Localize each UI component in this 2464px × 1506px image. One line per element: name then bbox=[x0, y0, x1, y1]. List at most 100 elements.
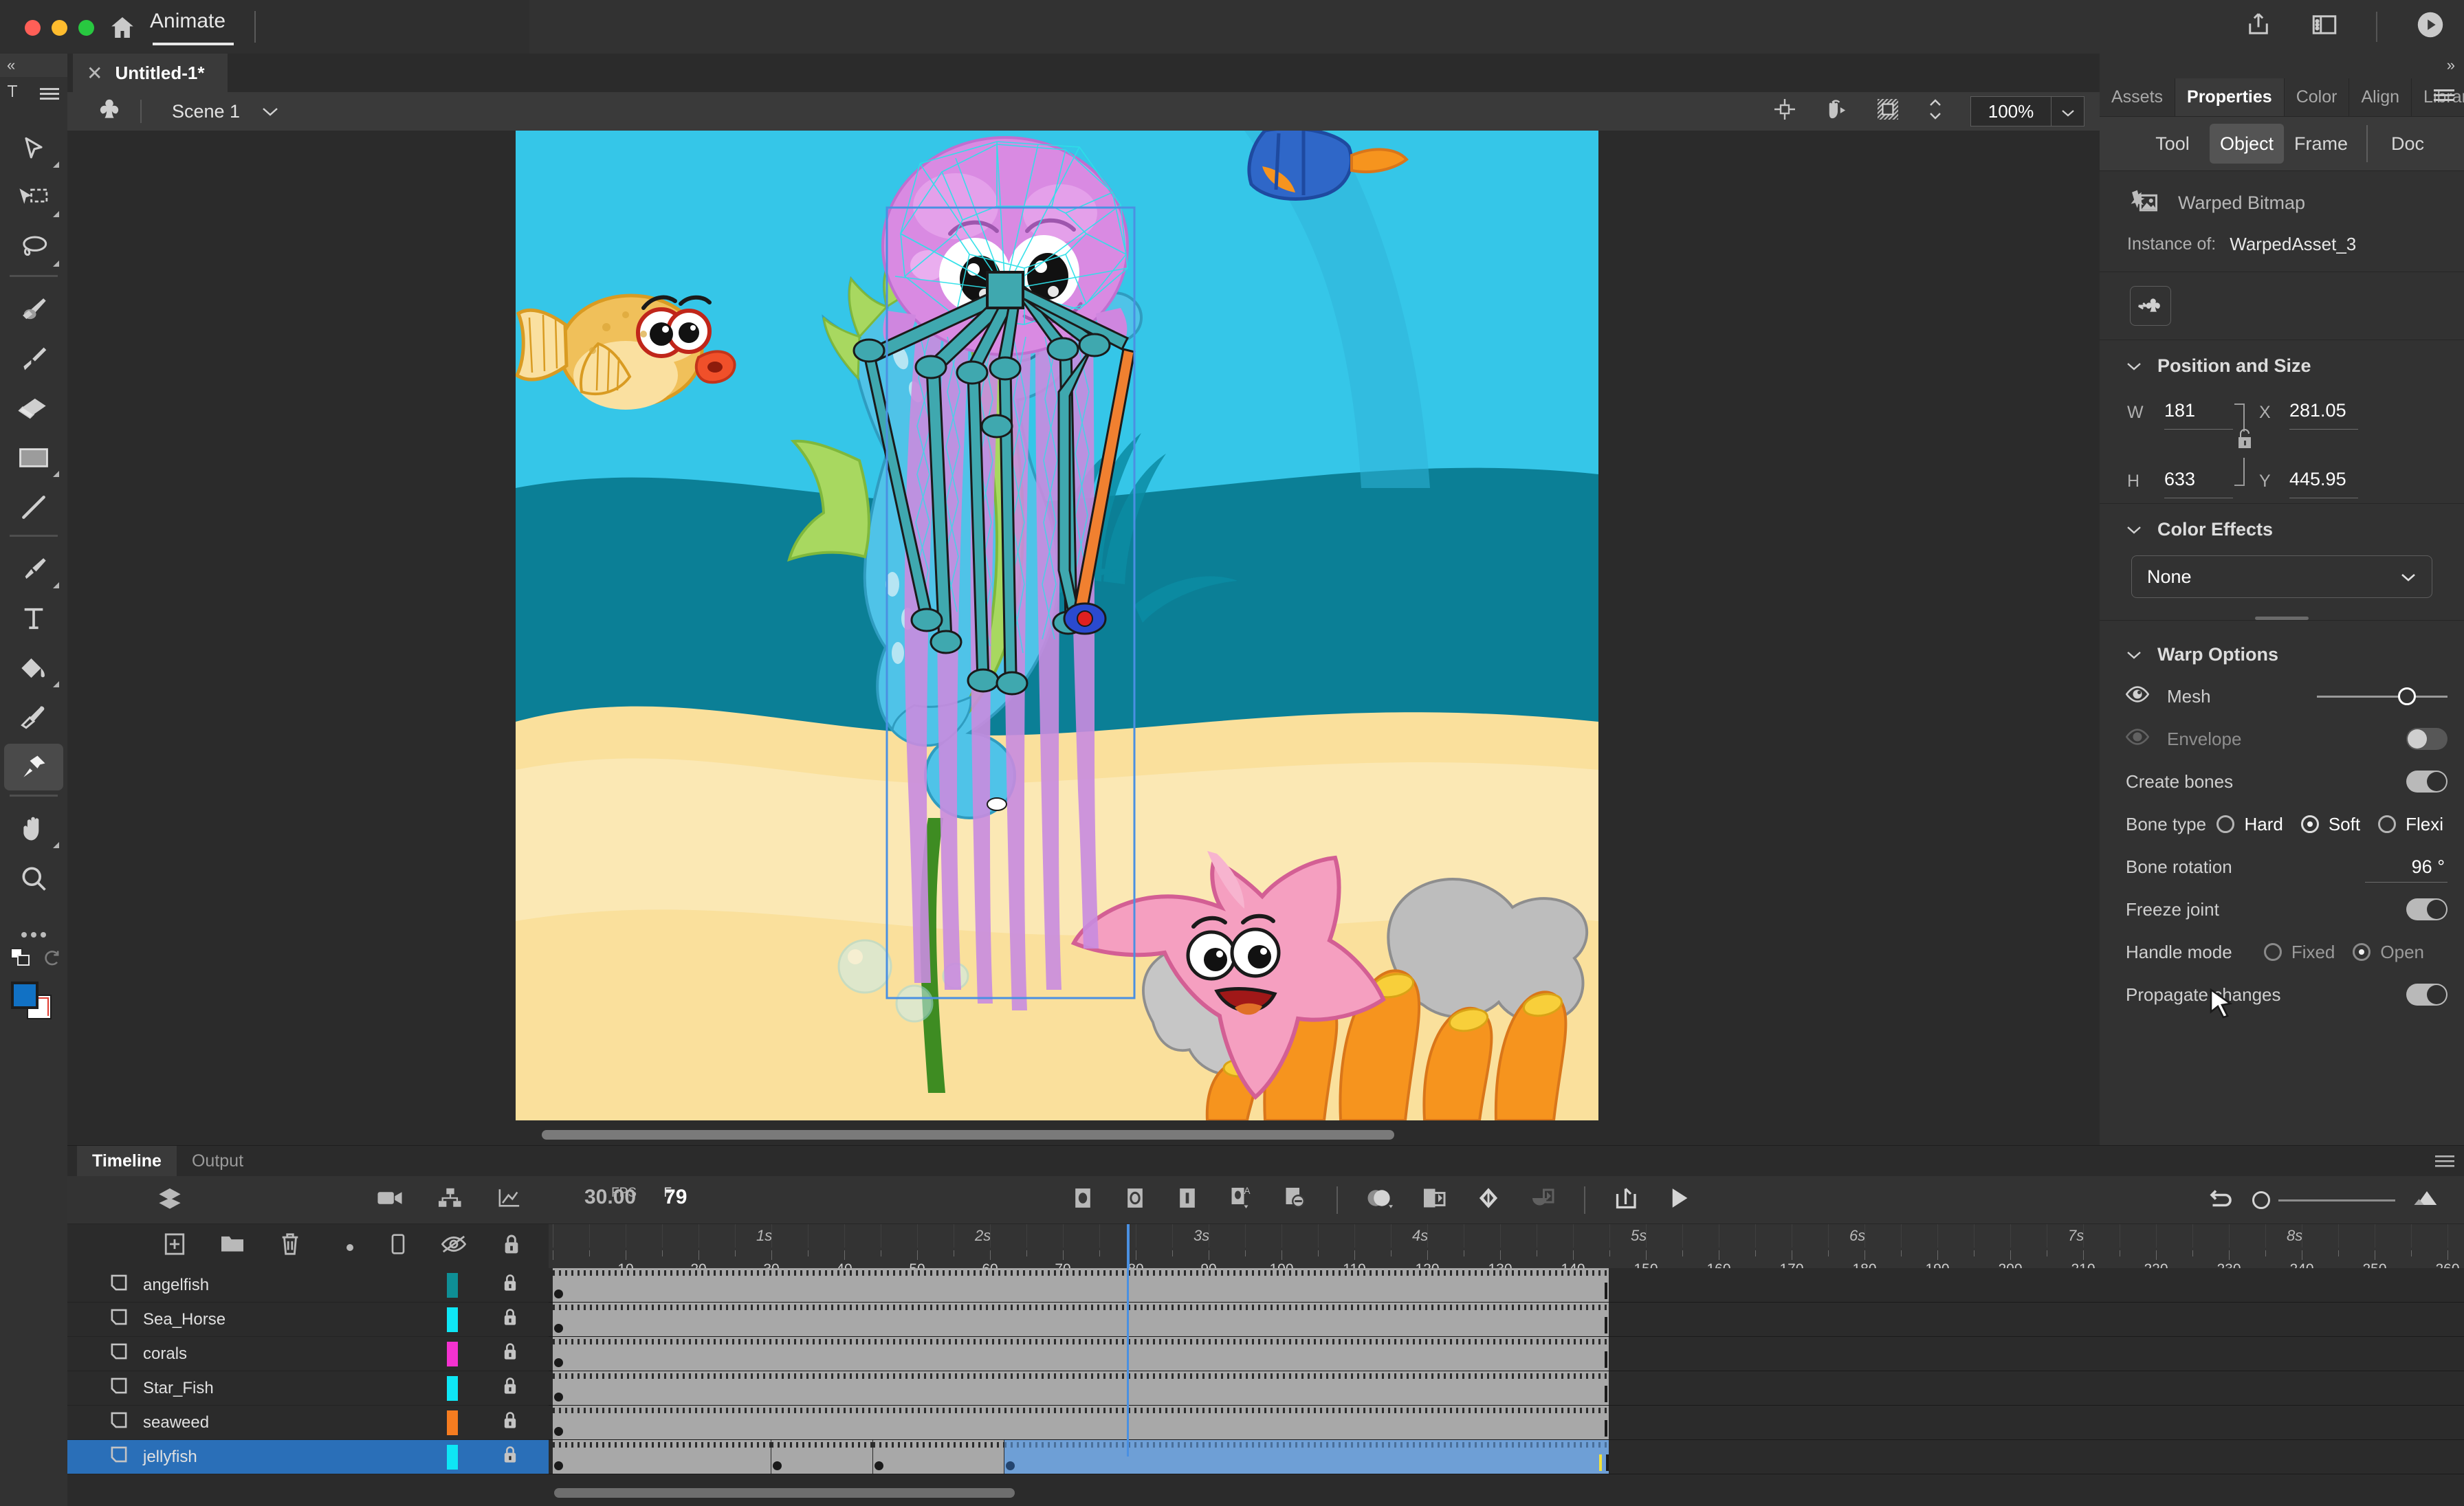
tab-output[interactable]: Output bbox=[177, 1146, 258, 1176]
paintbrush-tool[interactable] bbox=[4, 286, 63, 333]
share-export-icon[interactable] bbox=[2244, 10, 2273, 44]
keyframe-marker[interactable] bbox=[773, 1461, 782, 1470]
warp-row-envelope[interactable]: Envelope bbox=[2100, 718, 2464, 760]
layer-name[interactable]: corals bbox=[143, 1344, 187, 1364]
chevron-down-icon[interactable] bbox=[2126, 355, 2142, 377]
frame-span[interactable] bbox=[771, 1440, 874, 1474]
slider-knob[interactable] bbox=[2398, 687, 2416, 705]
keyframe-marker[interactable] bbox=[554, 1324, 563, 1333]
warp-row-propagate-changes[interactable]: Propagate changes bbox=[2100, 973, 2464, 1016]
frame-grid[interactable] bbox=[549, 1268, 2464, 1481]
tool-flyout-triangle[interactable] bbox=[53, 162, 59, 168]
keyframe-marker[interactable] bbox=[554, 1393, 563, 1402]
remove-tween-icon[interactable] bbox=[1283, 1186, 1308, 1215]
minimize-window-button[interactable] bbox=[52, 20, 67, 36]
document-tab[interactable]: ✕ Untitled-1* bbox=[73, 54, 228, 92]
eyedropper-tool[interactable] bbox=[4, 694, 63, 741]
lock-icon[interactable] bbox=[502, 1342, 518, 1366]
lock-icon[interactable] bbox=[502, 1376, 518, 1400]
layer-row-seaweed[interactable]: seaweed bbox=[67, 1406, 549, 1440]
asset-warp-tool[interactable] bbox=[4, 744, 63, 790]
panel-menu-icon[interactable] bbox=[2435, 1153, 2454, 1174]
warp-row-bone-type[interactable]: Bone type Hard Soft Flexi bbox=[2100, 803, 2464, 845]
outline-dot-icon[interactable] bbox=[345, 1236, 355, 1257]
close-window-button[interactable] bbox=[25, 20, 41, 36]
frame-end-marker[interactable] bbox=[1605, 1386, 1607, 1402]
layer-row-angelfish[interactable]: angelfish bbox=[67, 1268, 549, 1303]
loop-playback-icon[interactable] bbox=[1530, 1186, 1555, 1215]
stage-canvas[interactable] bbox=[516, 131, 1598, 1120]
chevron-down-icon[interactable] bbox=[2126, 519, 2142, 540]
layer-row-sea_horse[interactable]: Sea_Horse bbox=[67, 1303, 549, 1337]
layer-name[interactable]: Sea_Horse bbox=[143, 1310, 226, 1329]
swap-symbol-button[interactable] bbox=[2130, 286, 2171, 326]
color-effect-select[interactable]: None bbox=[2131, 555, 2432, 598]
panel-resize-grip[interactable] bbox=[2255, 617, 2309, 620]
tool-flyout-triangle[interactable] bbox=[53, 261, 59, 267]
frame-end-marker[interactable] bbox=[1605, 1454, 1609, 1471]
playhead-marker[interactable] bbox=[1127, 1224, 1130, 1268]
frame-row-sea_horse[interactable] bbox=[549, 1303, 2464, 1337]
collapse-panel-icon[interactable]: « bbox=[7, 56, 15, 74]
frame-end-marker[interactable] bbox=[1605, 1283, 1607, 1299]
warp-row-mesh[interactable]: Mesh bbox=[2100, 675, 2464, 718]
tool-flyout-triangle[interactable] bbox=[53, 842, 59, 848]
lock-icon[interactable] bbox=[502, 1410, 518, 1435]
zoom-value[interactable]: 100% bbox=[1971, 101, 2051, 122]
paint-bucket-tool[interactable] bbox=[4, 645, 63, 691]
chevron-down-icon[interactable] bbox=[2400, 566, 2417, 588]
create-classic-tween-icon[interactable]: A bbox=[1228, 1186, 1254, 1215]
slider-track[interactable] bbox=[2278, 1199, 2395, 1202]
keyframe-marker[interactable] bbox=[554, 1289, 563, 1298]
tab-assets[interactable]: Assets bbox=[2100, 78, 2176, 116]
timeline-ruler[interactable]: 1s2s3s4s5s6s7s8s9s1020304050607080901001… bbox=[549, 1224, 2464, 1268]
envelope-toggle[interactable] bbox=[2406, 728, 2448, 750]
layer-name[interactable]: jellyfish bbox=[143, 1448, 197, 1467]
lock-icon[interactable] bbox=[502, 1273, 518, 1297]
stage-horizontal-scrollbar[interactable] bbox=[516, 1130, 1598, 1140]
chevron-down-icon[interactable] bbox=[2051, 96, 2084, 126]
tools-menu-icon[interactable] bbox=[40, 85, 59, 107]
frame-span[interactable] bbox=[553, 1371, 1609, 1405]
frame-row-seaweed[interactable] bbox=[549, 1406, 2464, 1440]
lock-icon[interactable] bbox=[502, 1307, 518, 1331]
frame-row-jellyfish[interactable] bbox=[549, 1440, 2464, 1474]
tool-flyout-triangle[interactable] bbox=[53, 681, 59, 687]
eraser-tool[interactable] bbox=[4, 385, 63, 432]
create-bones-toggle[interactable] bbox=[2406, 771, 2448, 793]
clip-content-icon[interactable] bbox=[1876, 97, 1900, 126]
warp-row-create-bones[interactable]: Create bones bbox=[2100, 760, 2464, 803]
keyframe-marker[interactable] bbox=[1006, 1461, 1015, 1470]
free-transform-tool[interactable] bbox=[4, 175, 63, 221]
stage-area[interactable] bbox=[67, 131, 2100, 1145]
bone-type-flexi-radio[interactable] bbox=[2378, 815, 2397, 833]
tools-collapse-bar[interactable]: « bbox=[0, 54, 67, 77]
insert-blank-keyframe-icon[interactable] bbox=[1123, 1186, 1147, 1215]
tab-color[interactable]: Color bbox=[2285, 78, 2350, 116]
insert-frame-icon[interactable] bbox=[1176, 1186, 1199, 1215]
warp-row-bone-rotation[interactable]: Bone rotation 96 ° bbox=[2100, 845, 2464, 888]
insert-keyframe-icon[interactable] bbox=[1071, 1186, 1094, 1215]
keyframe-marker[interactable] bbox=[874, 1461, 884, 1470]
playhead-line[interactable] bbox=[1127, 1268, 1130, 1457]
tool-flyout-triangle[interactable] bbox=[53, 471, 59, 477]
shape-hint-icon[interactable] bbox=[1475, 1186, 1502, 1215]
reset-colors-icon[interactable] bbox=[43, 949, 62, 973]
frame-end-marker[interactable] bbox=[1605, 1420, 1607, 1437]
keyframe-marker[interactable] bbox=[554, 1358, 563, 1367]
warp-row-freeze-joint[interactable]: Freeze joint bbox=[2100, 888, 2464, 931]
bone-type-radio-group[interactable]: Hard Soft Flexi bbox=[2216, 814, 2456, 835]
frame-row-star_fish[interactable] bbox=[549, 1371, 2464, 1406]
onion-skin-icon[interactable] bbox=[1367, 1186, 1393, 1215]
brush-tool[interactable] bbox=[4, 335, 63, 382]
chevron-down-icon[interactable] bbox=[261, 101, 280, 122]
frame-view-icon[interactable] bbox=[2413, 1188, 2441, 1212]
swap-colors-icon[interactable] bbox=[10, 947, 34, 974]
handle-mode-fixed-radio[interactable] bbox=[2263, 943, 2282, 961]
eye-hidden-icon[interactable] bbox=[2125, 728, 2150, 751]
test-movie-play-icon[interactable] bbox=[2414, 9, 2446, 45]
frame-span[interactable] bbox=[553, 1440, 771, 1474]
keyframe-marker[interactable] bbox=[554, 1427, 563, 1436]
eye-visible-icon[interactable] bbox=[2125, 685, 2150, 708]
tool-flyout-triangle[interactable] bbox=[53, 211, 59, 217]
